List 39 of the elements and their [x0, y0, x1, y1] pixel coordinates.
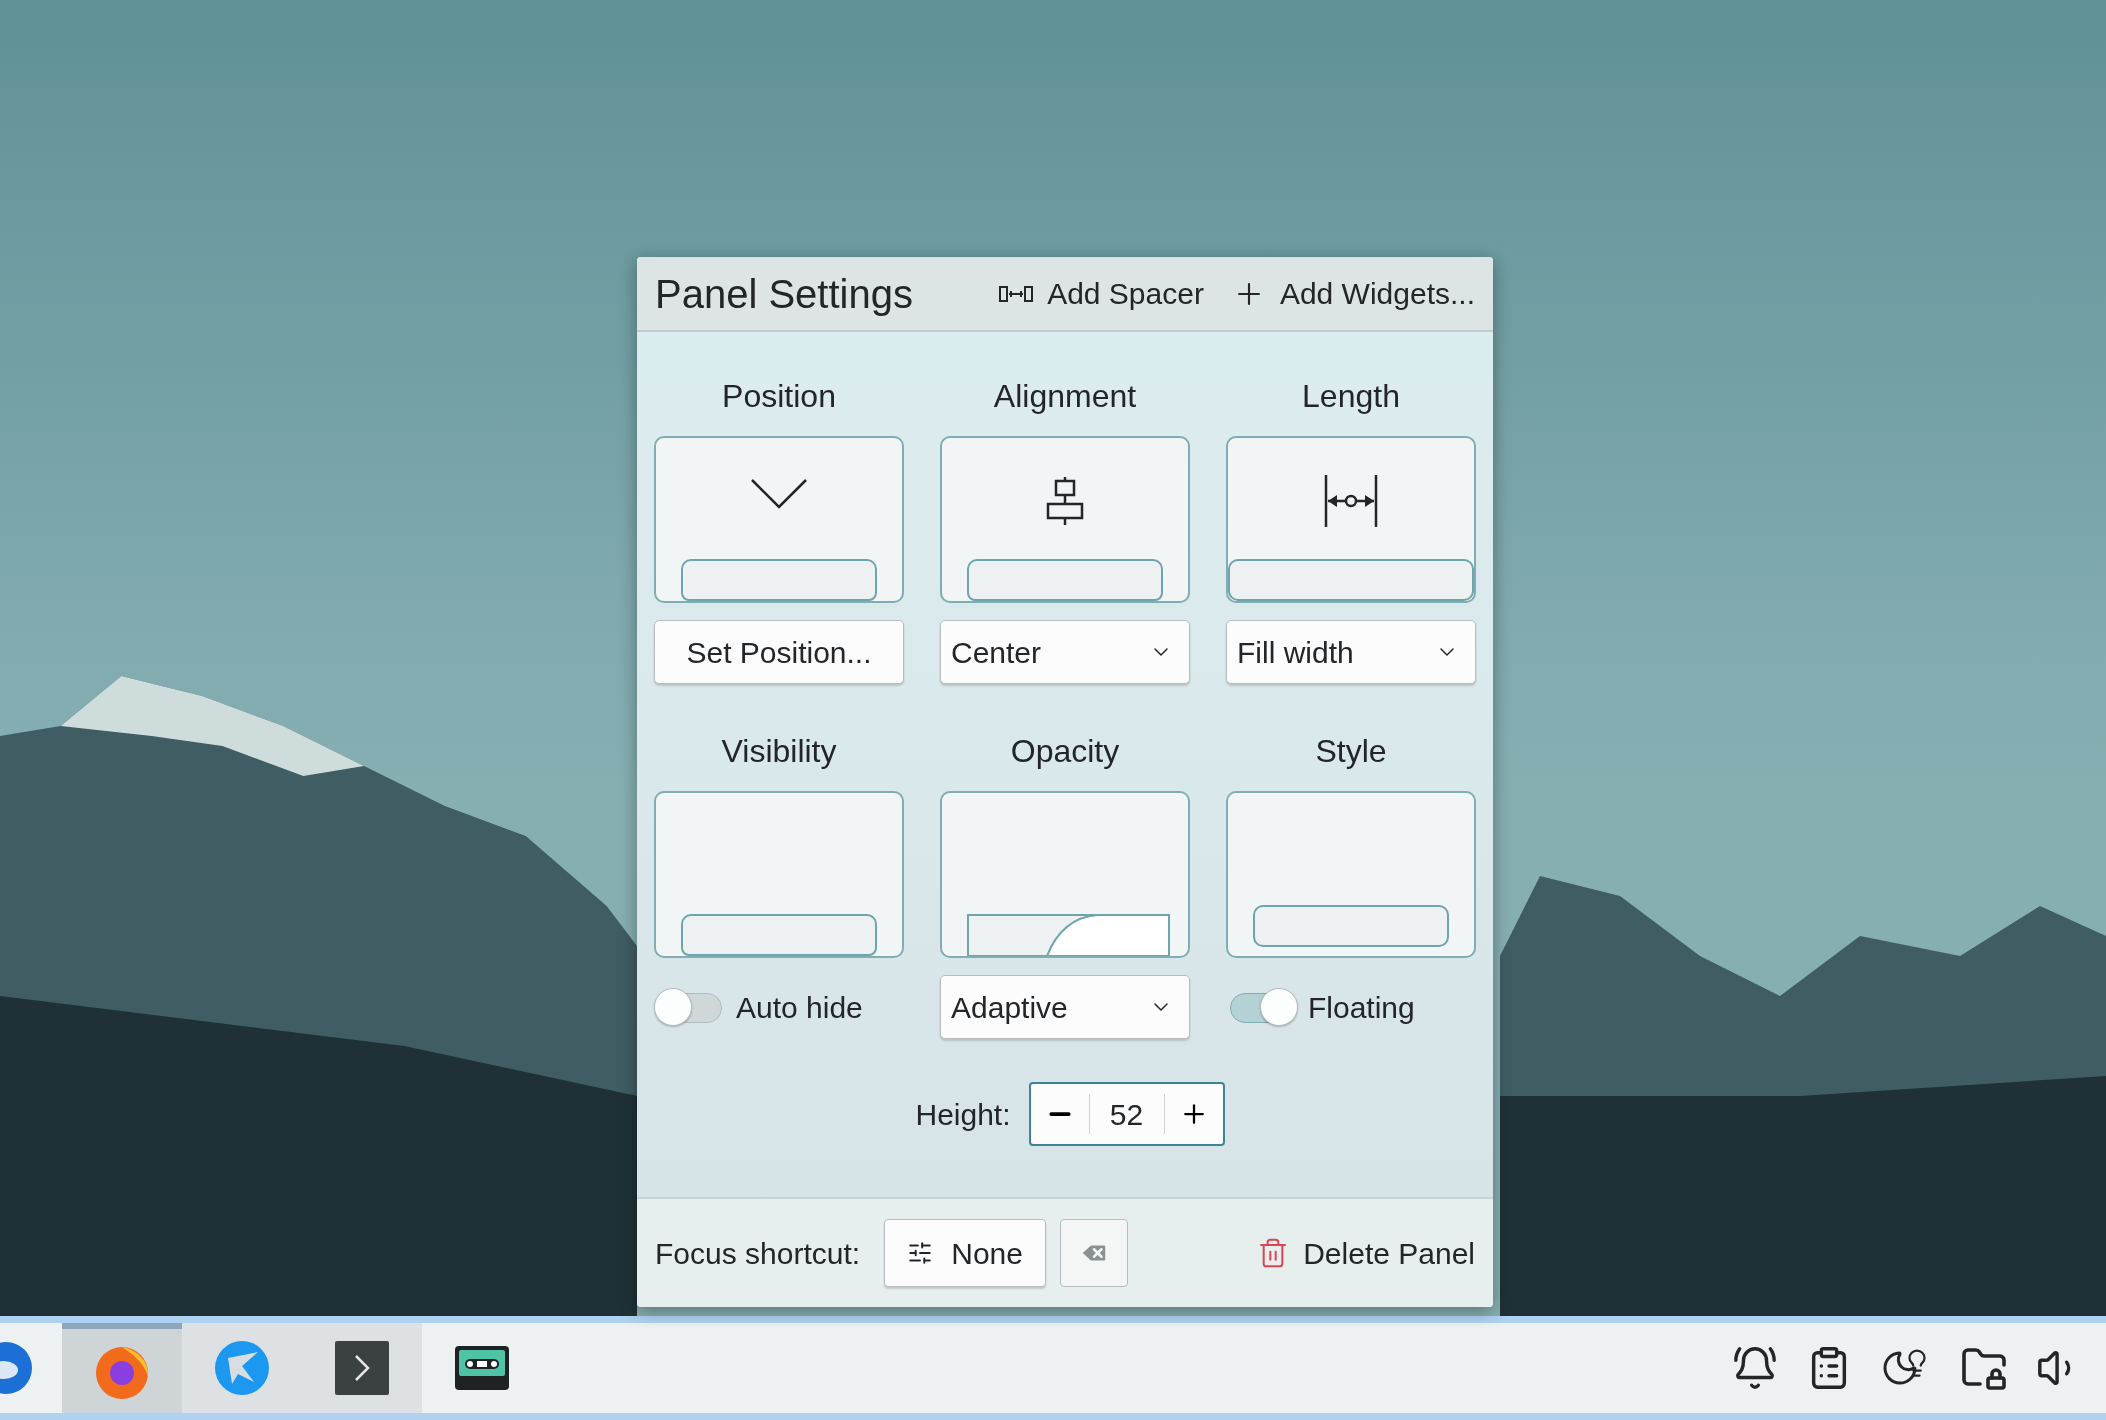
panel-preview-card[interactable] [940, 791, 1190, 958]
panel-preview-card[interactable] [940, 436, 1190, 603]
spacer-icon [999, 284, 1034, 303]
focus-shortcut-label: Focus shortcut: [655, 1235, 861, 1272]
height-label: Height: [915, 1096, 1011, 1133]
panel-preview-card[interactable] [1226, 436, 1476, 603]
panel-preview-card[interactable] [654, 436, 904, 603]
section-heading: Visibility [721, 732, 837, 771]
set-position-button[interactable]: Set Position... [654, 620, 904, 684]
clear-shortcut-button[interactable] [1060, 1219, 1129, 1287]
dropdown[interactable]: Adaptive [940, 975, 1190, 1039]
align-center-icon [1046, 476, 1084, 526]
notifications-icon[interactable] [1732, 1345, 1778, 1391]
add-spacer-button[interactable]: Add Spacer [999, 271, 1204, 316]
height-spinbox[interactable]: 52 [1028, 1082, 1225, 1146]
section-heading: Position [722, 377, 836, 416]
panel-preview-card[interactable] [654, 791, 904, 958]
bird-app-icon [214, 1340, 270, 1396]
shortcut-button[interactable]: None [884, 1219, 1047, 1287]
dropdown[interactable]: Center [940, 620, 1190, 684]
section-heading: Alignment [993, 377, 1137, 416]
mail-app-icon [0, 1340, 34, 1396]
dropdown[interactable]: Fill width [1226, 620, 1476, 684]
toggle-label: Auto hide [736, 989, 863, 1026]
add-widgets-button[interactable]: Add Widgets... [1231, 271, 1475, 316]
toggle-label: Floating [1308, 989, 1415, 1026]
delete-panel-button[interactable]: Delete Panel [1257, 1230, 1475, 1276]
length-icon [1323, 474, 1379, 528]
panel-preview-card[interactable] [1226, 791, 1476, 958]
cassette-app-icon [455, 1346, 509, 1390]
chevron-down-icon [750, 478, 808, 510]
section-heading: Opacity [1010, 732, 1120, 771]
height-value: 52 [1108, 1096, 1145, 1133]
sliders-icon [907, 1240, 934, 1266]
taskbar-app[interactable] [302, 1323, 422, 1413]
section-heading: Length [1302, 377, 1400, 416]
section-heading: Style [1315, 732, 1387, 771]
dialog-title: Panel Settings [655, 270, 913, 318]
terminal-app-icon [335, 1341, 389, 1395]
